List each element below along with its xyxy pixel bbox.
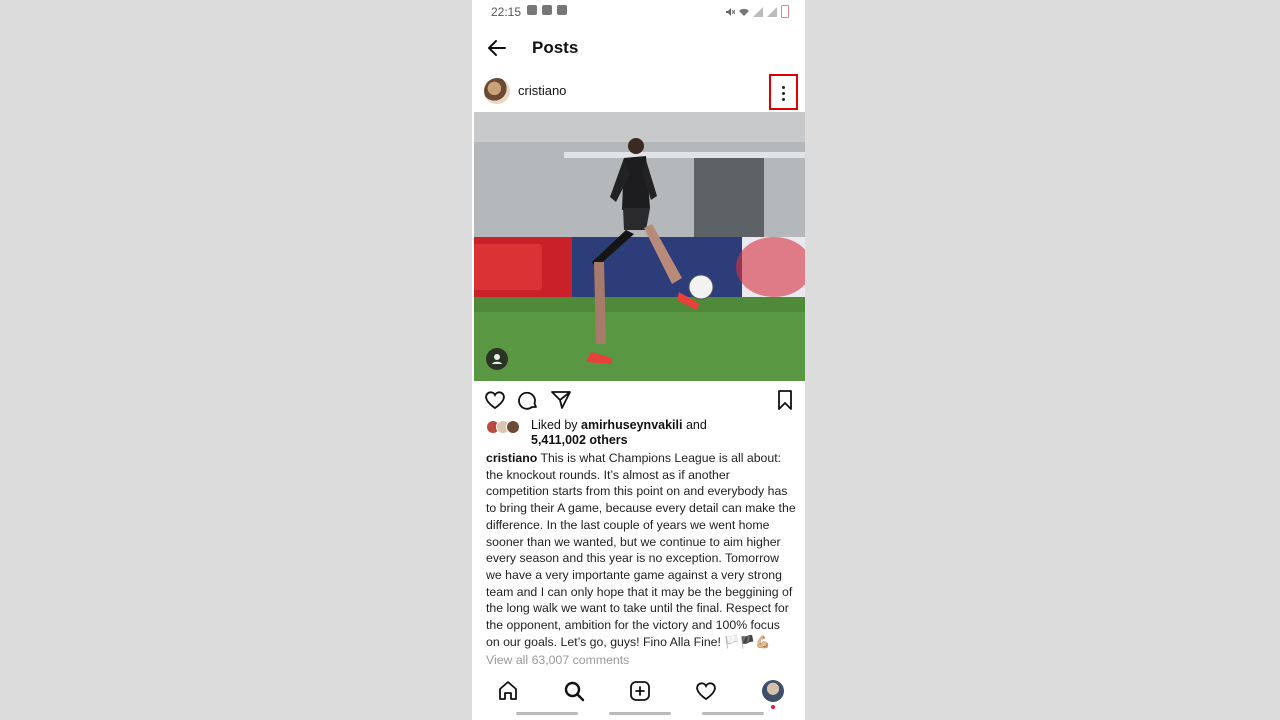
wifi-icon	[739, 8, 749, 16]
post-username[interactable]: cristiano	[518, 83, 566, 98]
system-gesture-bar	[702, 712, 764, 715]
mute-icon	[726, 7, 735, 16]
system-gesture-bar	[516, 712, 578, 715]
user-tag-glyph	[492, 354, 502, 364]
likes-summary: Liked by amirhuseynvakili and 5,411,002 …	[486, 418, 796, 450]
likes-text[interactable]: Liked by amirhuseynvakili and 5,411,002 …	[531, 418, 707, 448]
battery-icon	[781, 5, 789, 18]
likes-count[interactable]: 5,411,002 others	[531, 433, 628, 447]
notification-icon	[527, 5, 537, 15]
more-vertical-icon	[782, 86, 785, 89]
signal-icon-2	[767, 6, 777, 17]
page-title: Posts	[532, 38, 579, 57]
top-header: Posts	[472, 28, 805, 68]
check-notification-icon	[557, 5, 567, 15]
create-post-icon[interactable]	[628, 679, 652, 703]
post-caption: cristiano This is what Champions League …	[486, 450, 796, 650]
post-actions	[472, 386, 805, 414]
instagram-notification-icon	[542, 5, 552, 15]
user-tag-icon[interactable]	[486, 348, 508, 370]
likes-prefix: Liked by	[531, 418, 582, 432]
post-author-avatar[interactable]	[484, 78, 510, 104]
bottom-navigation	[472, 676, 805, 709]
view-comments-link[interactable]: View all 63,007 comments	[486, 653, 629, 667]
notification-icons	[527, 5, 567, 15]
profile-notification-dot	[771, 705, 775, 709]
activity-heart-icon[interactable]	[694, 679, 718, 703]
send-icon[interactable]	[549, 388, 573, 412]
more-options-button[interactable]	[769, 74, 798, 110]
more-dot	[782, 98, 785, 101]
liker-avatar	[506, 420, 520, 434]
system-gesture-bar	[609, 712, 671, 715]
likes-and: and	[682, 418, 707, 432]
post-header: cristiano	[472, 74, 805, 110]
search-icon[interactable]	[562, 679, 586, 703]
liker-avatars[interactable]	[486, 420, 526, 434]
post-photo-illustration	[472, 112, 805, 381]
liked-by-user[interactable]: amirhuseynvakili	[581, 418, 682, 432]
post-image[interactable]	[472, 112, 805, 381]
status-bar: 22:15	[472, 0, 805, 24]
bookmark-icon[interactable]	[773, 388, 797, 412]
comment-icon[interactable]	[516, 388, 540, 412]
caption-username[interactable]: cristiano	[486, 451, 537, 465]
profile-avatar[interactable]	[762, 680, 784, 702]
home-icon[interactable]	[496, 679, 520, 703]
status-time: 22:15	[491, 5, 522, 19]
caption-text: This is what Champions League is all abo…	[486, 451, 796, 649]
system-icons	[725, 5, 789, 18]
signal-icon	[753, 6, 763, 17]
phone-screen: 22:15 Posts cristiano Liked by amirhusey…	[472, 0, 805, 720]
back-arrow-icon[interactable]	[485, 36, 509, 60]
more-dot	[782, 92, 785, 95]
heart-icon[interactable]	[483, 388, 507, 412]
